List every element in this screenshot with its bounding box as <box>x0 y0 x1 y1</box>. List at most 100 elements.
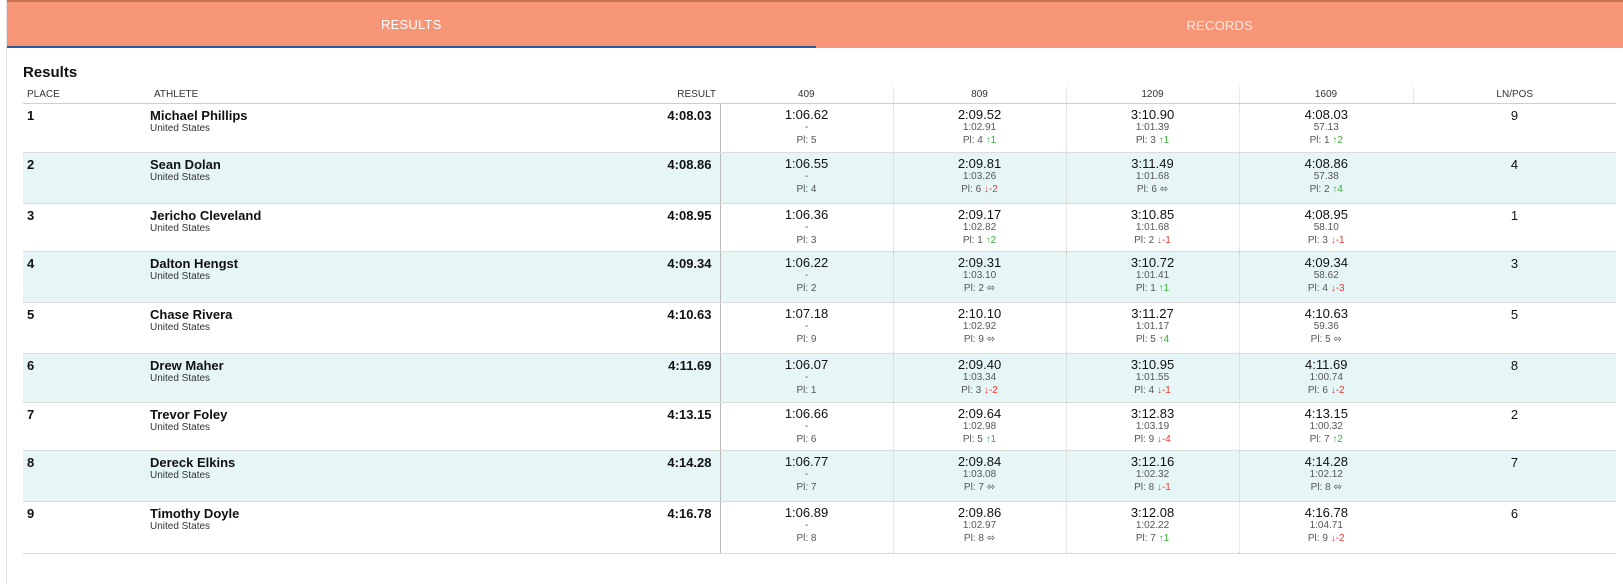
split-cell: 2:09.86 1:02.97 Pl: 8 ⬄ <box>892 501 1066 554</box>
table-row[interactable]: 9 Timothy Doyle United States 4:16.78 1:… <box>23 501 1616 554</box>
table-header-row: PLACE ATHLETE RESULT 409 809 1209 1609 L… <box>23 86 1616 104</box>
athlete-cell: Sean Dolan United States <box>150 152 600 204</box>
split-place: Pl: 4 ↓-3 <box>1240 282 1414 296</box>
split-place: Pl: 5 ↑1 <box>894 433 1066 447</box>
athlete-team: United States <box>150 422 211 433</box>
position-change-icon: ↓-2 <box>1330 533 1345 544</box>
place-cell: 2 <box>23 152 150 204</box>
place-cell: 8 <box>23 450 150 502</box>
split-place: Pl: 2 ↓-1 <box>1067 234 1239 248</box>
split-cell: 3:11.27 1:01.17 Pl: 5 ↑4 <box>1065 302 1239 354</box>
split-place: Pl: 8 <box>721 532 893 546</box>
table-row[interactable]: 6 Drew Maher United States 4:11.69 1:06.… <box>23 353 1616 403</box>
table-row[interactable]: 4 Dalton Hengst United States 4:09.34 1:… <box>23 251 1616 303</box>
split-lap: 57.13 <box>1313 122 1339 133</box>
split-cell: 1:06.07 - Pl: 1 <box>720 353 893 403</box>
split-cell: 2:09.84 1:03.08 Pl: 7 ⬄ <box>892 450 1066 502</box>
table-row[interactable]: 8 Dereck Elkins United States 4:14.28 1:… <box>23 450 1616 502</box>
split-place-label: Pl: 1 <box>1309 135 1330 146</box>
split-place-label: Pl: 6 <box>1307 385 1328 396</box>
tab-bar: RESULTS RECORDS <box>7 0 1623 48</box>
split-lap: - <box>804 469 809 480</box>
table-row[interactable]: 7 Trevor Foley United States 4:13.15 1:0… <box>23 402 1616 451</box>
table-row[interactable]: 3 Jericho Cleveland United States 4:08.9… <box>23 203 1616 252</box>
split-lap: 1:02.12 <box>1309 469 1343 480</box>
split-lap: 1:02.22 <box>1135 520 1170 531</box>
split-place: Pl: 4 ↑1 <box>894 134 1066 148</box>
tab-records[interactable]: RECORDS <box>816 2 1623 48</box>
col-header-lnpos: LN/POS <box>1412 86 1616 104</box>
athlete-name[interactable]: Trevor Foley <box>150 407 600 422</box>
position-change-icon: ↑1 <box>985 135 997 146</box>
split-time: 4:08.86 <box>1304 156 1348 171</box>
split-place-label: Pl: 9 <box>963 334 984 345</box>
split-cell: 3:10.72 1:01.41 Pl: 1 ↑1 <box>1065 251 1239 303</box>
tab-results[interactable]: RESULTS <box>7 2 816 48</box>
split-cell: 2:10.10 1:02.92 Pl: 9 ⬄ <box>892 302 1066 354</box>
athlete-team: United States <box>150 223 211 234</box>
split-place: Pl: 3 <box>721 234 893 248</box>
split-cell: 1:06.77 - Pl: 7 <box>720 450 893 502</box>
split-place: Pl: 8 ⬄ <box>1240 481 1414 495</box>
athlete-team: United States <box>150 470 211 481</box>
split-place: Pl: 7 ⬄ <box>894 481 1066 495</box>
athlete-name[interactable]: Sean Dolan <box>150 157 600 172</box>
split-cell: 3:12.08 1:02.22 Pl: 7 ↑1 <box>1065 501 1239 554</box>
split-place: Pl: 6 ↓-2 <box>894 183 1066 197</box>
split-place-label: Pl: 7 <box>1309 434 1330 445</box>
split-place-label: Pl: 4 <box>796 184 817 195</box>
lane-position: 4 <box>1413 152 1616 204</box>
split-place: Pl: 9 ↓-2 <box>1240 532 1414 546</box>
split-cell: 3:10.95 1:01.55 Pl: 4 ↓-1 <box>1065 353 1239 403</box>
split-lap: 1:00.74 <box>1309 372 1343 383</box>
split-time: 1:06.77 <box>784 454 829 469</box>
position-change-icon: ↓-1 <box>1156 482 1171 493</box>
athlete-name[interactable]: Michael Phillips <box>150 108 600 123</box>
table-row[interactable]: 2 Sean Dolan United States 4:08.86 1:06.… <box>23 152 1616 204</box>
athlete-name[interactable]: Dereck Elkins <box>150 455 600 470</box>
lane-position: 8 <box>1413 353 1616 403</box>
place-cell: 5 <box>23 302 150 354</box>
split-cell: 4:10.63 59.36 Pl: 5 ⬄ <box>1238 302 1413 354</box>
table-row[interactable]: 1 Michael Phillips United States 4:08.03… <box>23 103 1616 153</box>
split-place: Pl: 8 ⬄ <box>894 532 1066 546</box>
split-time: 2:09.52 <box>957 107 1002 122</box>
split-place-label: Pl: 9 <box>1307 533 1328 544</box>
split-time: 3:12.83 <box>1130 406 1175 421</box>
split-time: 2:10.10 <box>957 306 1002 321</box>
split-lap: 1:01.17 <box>1135 321 1170 332</box>
split-time: 1:07.18 <box>784 306 829 321</box>
athlete-team: United States <box>150 322 211 333</box>
split-place: Pl: 9 <box>721 333 893 347</box>
position-change-icon: ⬄ <box>986 283 996 294</box>
split-place: Pl: 6 ↓-2 <box>1240 384 1414 398</box>
split-place: Pl: 5 <box>721 134 893 148</box>
position-change-icon: ↑1 <box>1158 533 1170 544</box>
split-lap: 1:00.32 <box>1309 421 1343 432</box>
lane-position: 7 <box>1413 450 1616 502</box>
split-lap: 1:01.68 <box>1135 171 1170 182</box>
split-time: 1:06.62 <box>784 107 829 122</box>
split-cell: 4:16.78 1:04.71 Pl: 9 ↓-2 <box>1238 501 1414 554</box>
split-lap: - <box>804 171 809 182</box>
split-place-label: Pl: 8 <box>796 533 817 544</box>
athlete-name[interactable]: Dalton Hengst <box>150 256 600 271</box>
split-cell: 1:06.22 - Pl: 2 <box>720 251 893 303</box>
table-row[interactable]: 5 Chase Rivera United States 4:10.63 1:0… <box>23 302 1616 354</box>
split-cell: 2:09.31 1:03.10 Pl: 2 ⬄ <box>892 251 1066 303</box>
athlete-name[interactable]: Jericho Cleveland <box>150 208 600 223</box>
split-time: 1:06.89 <box>784 505 829 520</box>
split-lap: - <box>804 222 809 233</box>
split-time: 1:06.55 <box>784 156 829 171</box>
split-lap: 1:02.97 <box>962 520 997 531</box>
athlete-name[interactable]: Timothy Doyle <box>150 506 600 521</box>
athlete-name[interactable]: Chase Rivera <box>150 307 600 322</box>
split-place-label: Pl: 2 <box>963 283 984 294</box>
split-place-label: Pl: 9 <box>1134 434 1155 445</box>
lane-position: 5 <box>1413 302 1616 354</box>
split-time: 2:09.86 <box>957 505 1002 520</box>
split-lap: 1:03.34 <box>962 372 997 383</box>
split-time: 3:12.08 <box>1130 505 1175 520</box>
athlete-name[interactable]: Drew Maher <box>150 358 600 373</box>
split-place: Pl: 1 <box>721 384 893 398</box>
